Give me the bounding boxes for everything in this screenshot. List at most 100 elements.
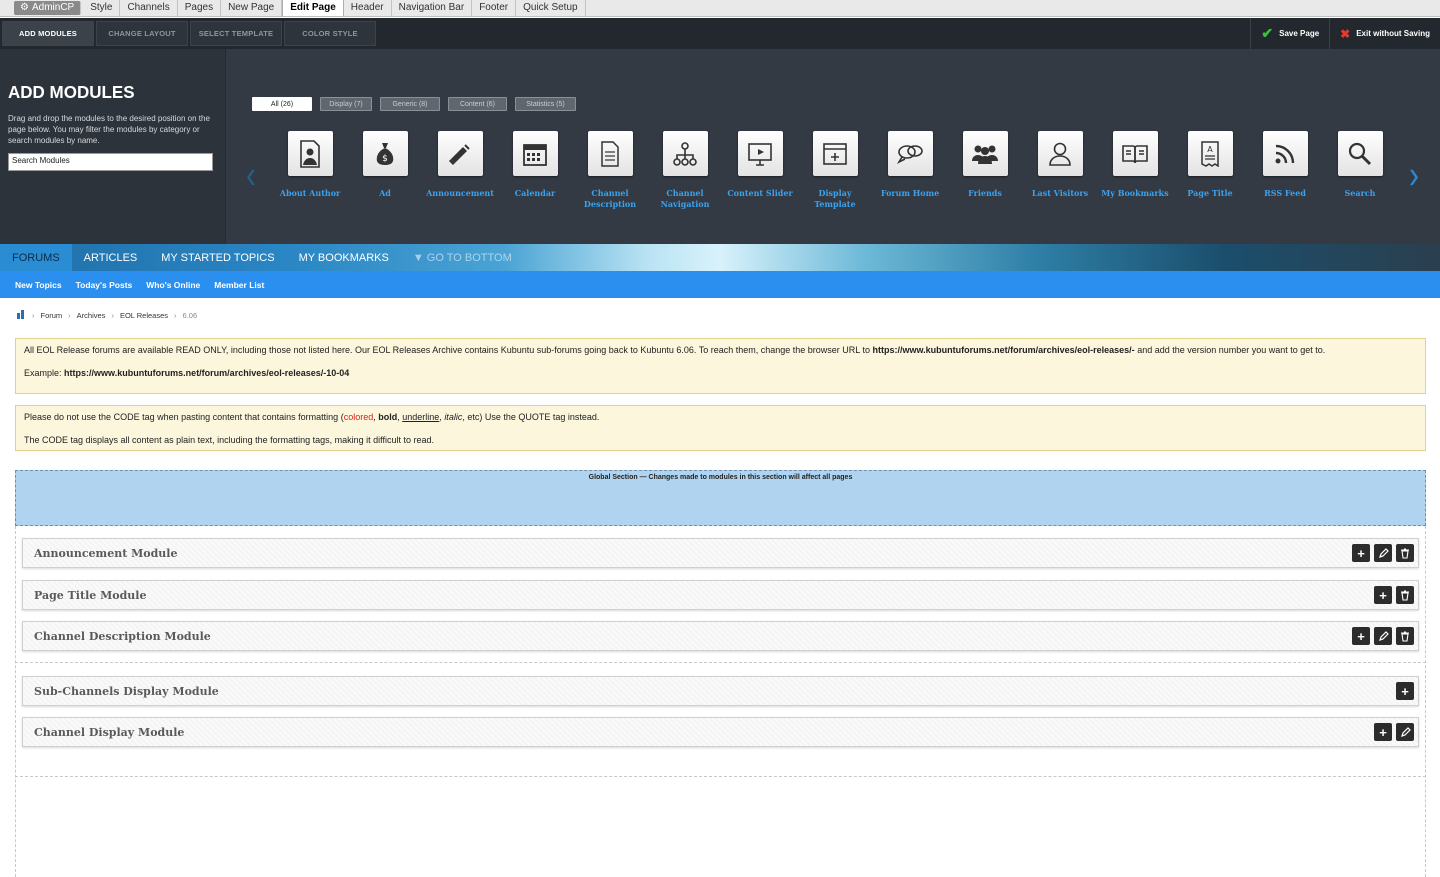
breadcrumb-eol-releases[interactable]: EOL Releases bbox=[120, 311, 168, 320]
filter-display[interactable]: Display (7) bbox=[320, 97, 372, 111]
admincp-label: AdminCP bbox=[31, 2, 75, 13]
home-icon[interactable] bbox=[16, 309, 26, 321]
module-calendar[interactable]: Calendar bbox=[499, 131, 571, 199]
money-bag-icon: $ bbox=[362, 131, 408, 176]
module-channel-navigation[interactable]: Channel Navigation bbox=[649, 131, 721, 209]
module-content-slider[interactable]: Content Slider bbox=[724, 131, 796, 199]
select-template-button[interactable]: SELECT TEMPLATE bbox=[190, 21, 282, 46]
module-about-author[interactable]: About Author bbox=[274, 131, 346, 199]
module-page-title[interactable]: A Page Title bbox=[1174, 131, 1246, 199]
tab-footer[interactable]: Footer bbox=[472, 0, 517, 16]
italic-text: italic bbox=[444, 412, 463, 422]
tab-pages[interactable]: Pages bbox=[178, 0, 222, 16]
exit-without-saving-button[interactable]: ✖ Exit without Saving bbox=[1329, 18, 1440, 49]
change-layout-button[interactable]: CHANGE LAYOUT bbox=[96, 21, 188, 46]
svg-text:$: $ bbox=[382, 154, 388, 164]
subnav-whos-online[interactable]: Who's Online bbox=[139, 280, 207, 290]
breadcrumb-archives[interactable]: Archives bbox=[77, 311, 106, 320]
module-title: Channel Description Module bbox=[34, 629, 211, 643]
module-label: My Bookmarks bbox=[1101, 188, 1169, 198]
module-label: Announcement bbox=[426, 188, 494, 198]
color-style-button[interactable]: COLOR STYLE bbox=[284, 21, 376, 46]
admincp-tab[interactable]: ⚙ AdminCP bbox=[14, 1, 82, 15]
filter-generic[interactable]: Generic (8) bbox=[380, 97, 440, 111]
module-ad[interactable]: $ Ad bbox=[349, 131, 421, 199]
edit-icon[interactable] bbox=[1396, 723, 1414, 741]
move-icon[interactable]: + bbox=[1352, 544, 1370, 562]
nav-articles[interactable]: ARTICLES bbox=[72, 244, 150, 271]
module-search[interactable]: Search bbox=[1324, 131, 1396, 199]
filter-content[interactable]: Content (6) bbox=[448, 97, 507, 111]
add-modules-sidebar: ADD MODULES Drag and drop the modules to… bbox=[0, 49, 226, 244]
exit-label: Exit without Saving bbox=[1356, 29, 1430, 38]
tab-new-page[interactable]: New Page bbox=[221, 0, 283, 16]
move-icon[interactable]: + bbox=[1396, 682, 1414, 700]
module-title: Channel Display Module bbox=[34, 725, 185, 739]
tab-quick-setup[interactable]: Quick Setup bbox=[516, 0, 586, 16]
nav-forums[interactable]: FORUMS bbox=[0, 244, 72, 271]
book-icon bbox=[1112, 131, 1158, 176]
module-forum-home[interactable]: Forum Home bbox=[874, 131, 946, 199]
prev-arrow-icon[interactable]: ‹ bbox=[246, 154, 256, 198]
main-navbar: FORUMS ARTICLES MY STARTED TOPICS MY BOO… bbox=[0, 244, 1440, 271]
code-notice-line2: The CODE tag displays all content as pla… bbox=[24, 435, 435, 445]
notice-url: https://www.kubuntuforums.net/forum/arch… bbox=[872, 345, 1135, 355]
breadcrumb: › Forum › Archives › EOL Releases › 6.06 bbox=[16, 309, 197, 321]
edit-icon[interactable] bbox=[1374, 544, 1392, 562]
next-arrow-icon[interactable]: › bbox=[1409, 154, 1419, 198]
filter-all[interactable]: All (26) bbox=[252, 97, 312, 111]
move-icon[interactable]: + bbox=[1374, 723, 1392, 741]
admin-tab-bar: ⚙ AdminCP Style Channels Pages New Page … bbox=[0, 0, 1440, 17]
add-modules-panel: ADD MODULES Drag and drop the modules to… bbox=[0, 49, 1440, 244]
module-channel-description[interactable]: Channel Description bbox=[574, 131, 646, 209]
subnav-member-list[interactable]: Member List bbox=[207, 280, 271, 290]
document-icon bbox=[587, 131, 633, 176]
subnav-todays-posts[interactable]: Today's Posts bbox=[69, 280, 140, 290]
module-my-bookmarks[interactable]: My Bookmarks bbox=[1099, 131, 1171, 199]
announcement-module[interactable]: Announcement Module + bbox=[22, 538, 1419, 568]
delete-icon[interactable] bbox=[1396, 627, 1414, 645]
channel-display-module[interactable]: Channel Display Module + bbox=[22, 717, 1419, 747]
nav-my-bookmarks[interactable]: MY BOOKMARKS bbox=[287, 244, 401, 271]
tab-header[interactable]: Header bbox=[344, 0, 392, 16]
search-modules-input[interactable]: Search Modules bbox=[8, 153, 213, 171]
add-modules-button[interactable]: ADD MODULES bbox=[2, 21, 94, 46]
edit-icon[interactable] bbox=[1374, 627, 1392, 645]
module-label: RSS Feed bbox=[1264, 188, 1306, 198]
page-title-module[interactable]: Page Title Module + bbox=[22, 580, 1419, 610]
module-rss-feed[interactable]: RSS Feed bbox=[1249, 131, 1321, 199]
section-divider bbox=[15, 662, 1426, 663]
channel-description-module[interactable]: Channel Description Module + bbox=[22, 621, 1419, 651]
delete-icon[interactable] bbox=[1396, 544, 1414, 562]
module-title: Sub-Channels Display Module bbox=[34, 684, 219, 698]
filter-statistics[interactable]: Statistics (5) bbox=[515, 97, 576, 111]
save-page-button[interactable]: ✔ Save Page bbox=[1250, 18, 1329, 49]
nav-go-to-bottom[interactable]: ▼ GO TO BOTTOM bbox=[401, 244, 524, 271]
tab-navigation-bar[interactable]: Navigation Bar bbox=[392, 0, 473, 16]
module-friends[interactable]: Friends bbox=[949, 131, 1021, 199]
eol-notice: All EOL Release forums are available REA… bbox=[15, 338, 1426, 394]
global-section[interactable]: Global Section — Changes made to modules… bbox=[15, 470, 1426, 526]
notice-text-after: and add the version number you want to g… bbox=[1134, 345, 1326, 355]
subnav-new-topics[interactable]: New Topics bbox=[8, 280, 69, 290]
panel-title: ADD MODULES bbox=[8, 82, 135, 103]
delete-icon[interactable] bbox=[1396, 586, 1414, 604]
sitemap-icon bbox=[662, 131, 708, 176]
module-display-template[interactable]: Display Template bbox=[799, 131, 871, 209]
module-announcement[interactable]: Announcement bbox=[424, 131, 496, 199]
nav-my-started-topics[interactable]: MY STARTED TOPICS bbox=[149, 244, 286, 271]
megaphone-icon bbox=[437, 131, 483, 176]
module-last-visitors[interactable]: Last Visitors bbox=[1024, 131, 1096, 199]
breadcrumb-forum[interactable]: Forum bbox=[41, 311, 63, 320]
move-icon[interactable]: + bbox=[1374, 586, 1392, 604]
sub-channels-display-module[interactable]: Sub-Channels Display Module + bbox=[22, 676, 1419, 706]
underline-text: underline bbox=[402, 412, 440, 422]
move-icon[interactable]: + bbox=[1352, 627, 1370, 645]
module-label: Forum Home bbox=[880, 188, 940, 198]
tab-channels[interactable]: Channels bbox=[120, 0, 178, 16]
colored-text: colored bbox=[343, 412, 374, 422]
tab-style[interactable]: Style bbox=[83, 0, 121, 16]
tab-edit-page[interactable]: Edit Page bbox=[282, 0, 344, 16]
module-label: About Author bbox=[279, 188, 341, 198]
group-icon bbox=[962, 131, 1008, 176]
